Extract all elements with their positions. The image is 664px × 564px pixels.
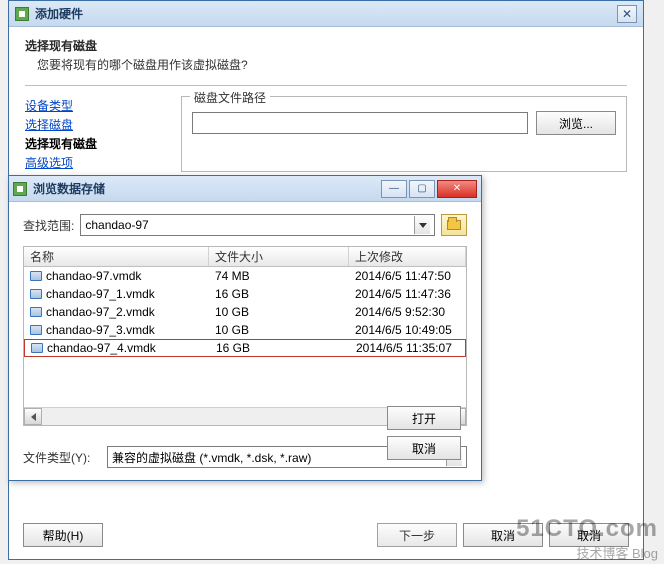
- section-title: 选择现有磁盘: [25, 37, 627, 54]
- parent-footer: 帮助(H) 下一步 取消 取消: [9, 517, 643, 553]
- browse-title: 浏览数据存储: [33, 180, 381, 197]
- file-date: 2014/6/5 9:52:30: [349, 305, 466, 319]
- disk-path-legend: 磁盘文件路径: [190, 89, 270, 106]
- parent-close-button[interactable]: ✕: [617, 5, 637, 23]
- filetype-label: 文件类型(Y):: [23, 449, 101, 466]
- disk-icon: [31, 343, 43, 353]
- col-name[interactable]: 名称: [24, 247, 209, 266]
- browse-datastore-dialog: 浏览数据存储 — ▢ ✕ 查找范围: chandao-97 名称 文件大小 上次…: [8, 175, 482, 481]
- file-list-body: chandao-97.vmdk74 MB2014/6/5 11:47:50cha…: [24, 267, 466, 407]
- file-list: 名称 文件大小 上次修改 chandao-97.vmdk74 MB2014/6/…: [23, 246, 467, 426]
- disk-icon: [30, 307, 42, 317]
- scope-value: chandao-97: [85, 218, 148, 232]
- file-size: 10 GB: [209, 305, 349, 319]
- browse-button[interactable]: 浏览...: [536, 111, 616, 135]
- nav-advanced-opts[interactable]: 高级选项: [25, 153, 165, 172]
- minimize-button[interactable]: —: [381, 180, 407, 198]
- chevron-down-icon: [414, 216, 430, 234]
- disk-path-input[interactable]: [192, 112, 528, 134]
- filetype-value: 兼容的虚拟磁盘 (*.vmdk, *.dsk, *.raw): [112, 449, 311, 466]
- col-size[interactable]: 文件大小: [209, 247, 349, 266]
- next-button[interactable]: 取消: [463, 523, 543, 547]
- file-name: chandao-97_3.vmdk: [46, 323, 155, 337]
- col-date[interactable]: 上次修改: [349, 247, 466, 266]
- parent-title: 添加硬件: [35, 5, 617, 22]
- file-date: 2014/6/5 11:47:50: [349, 269, 466, 283]
- divider: [25, 85, 627, 86]
- help-button[interactable]: 帮助(H): [23, 523, 103, 547]
- folder-up-icon: [447, 220, 461, 230]
- file-date: 2014/6/5 11:47:36: [349, 287, 466, 301]
- file-row[interactable]: chandao-97.vmdk 74 MB2014/6/5 11:47:50: [24, 267, 466, 285]
- parent-titlebar[interactable]: 添加硬件 ✕: [9, 1, 643, 27]
- back-button[interactable]: 下一步: [377, 523, 457, 547]
- file-name: chandao-97.vmdk: [46, 269, 141, 283]
- browse-titlebar[interactable]: 浏览数据存储 — ▢ ✕: [9, 176, 481, 202]
- maximize-button[interactable]: ▢: [409, 180, 435, 198]
- scope-select[interactable]: chandao-97: [80, 214, 435, 236]
- disk-path-fieldset: 磁盘文件路径 浏览...: [181, 96, 627, 172]
- nav-current-step: 选择现有磁盘: [25, 134, 165, 153]
- file-size: 74 MB: [209, 269, 349, 283]
- file-size: 10 GB: [209, 323, 349, 337]
- cancel-button[interactable]: 取消: [549, 523, 629, 547]
- close-button[interactable]: ✕: [437, 180, 477, 198]
- file-row[interactable]: chandao-97_4.vmdk 16 GB2014/6/5 11:35:07: [24, 339, 466, 357]
- disk-icon: [30, 289, 42, 299]
- file-size: 16 GB: [209, 287, 349, 301]
- section-subtitle: 您要将现有的哪个磁盘用作该虚拟磁盘?: [25, 56, 627, 73]
- scope-label: 查找范围:: [23, 217, 74, 234]
- nav-select-disk[interactable]: 选择磁盘: [25, 115, 165, 134]
- scroll-left-button[interactable]: [24, 408, 42, 425]
- folder-up-button[interactable]: [441, 214, 467, 236]
- file-name: chandao-97_1.vmdk: [46, 287, 155, 301]
- file-name: chandao-97_4.vmdk: [47, 341, 156, 355]
- parent-body: 选择现有磁盘 您要将现有的哪个磁盘用作该虚拟磁盘? 设备类型 选择磁盘 选择现有…: [9, 27, 643, 182]
- file-size: 16 GB: [210, 341, 350, 355]
- file-row[interactable]: chandao-97_2.vmdk 10 GB2014/6/5 9:52:30: [24, 303, 466, 321]
- file-date: 2014/6/5 11:35:07: [350, 341, 465, 355]
- disk-icon: [30, 271, 42, 281]
- file-list-header: 名称 文件大小 上次修改: [24, 247, 466, 267]
- file-row[interactable]: chandao-97_1.vmdk 16 GB2014/6/5 11:47:36: [24, 285, 466, 303]
- vmware-icon: [15, 7, 29, 21]
- file-row[interactable]: chandao-97_3.vmdk 10 GB2014/6/5 10:49:05: [24, 321, 466, 339]
- file-date: 2014/6/5 10:49:05: [349, 323, 466, 337]
- vmware-icon: [13, 182, 27, 196]
- file-name: chandao-97_2.vmdk: [46, 305, 155, 319]
- browse-cancel-button[interactable]: 取消: [387, 436, 461, 460]
- open-button[interactable]: 打开: [387, 406, 461, 430]
- disk-icon: [30, 325, 42, 335]
- browse-body: 查找范围: chandao-97 名称 文件大小 上次修改 chandao-97…: [9, 202, 481, 480]
- nav-device-type[interactable]: 设备类型: [25, 96, 165, 115]
- wizard-nav: 设备类型 选择磁盘 选择现有磁盘 高级选项: [25, 96, 165, 172]
